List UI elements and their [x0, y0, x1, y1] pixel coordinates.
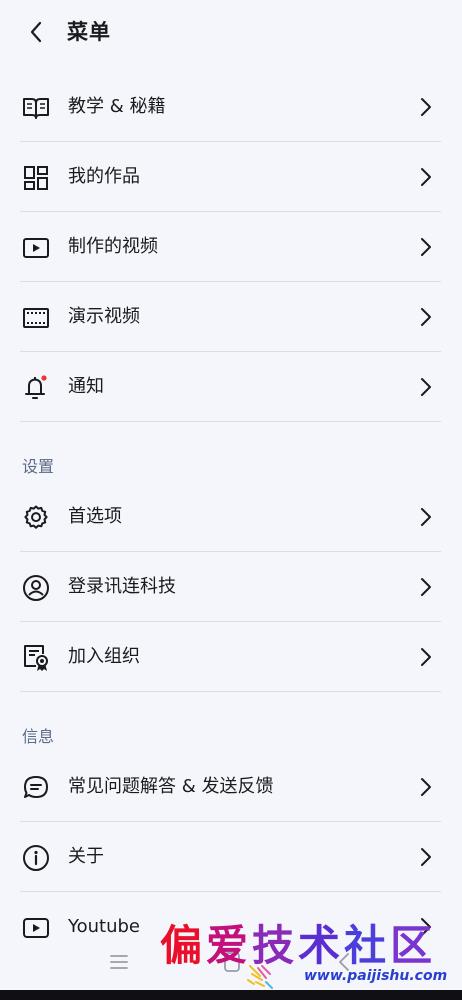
- sparkle-icon: [247, 965, 273, 989]
- menu-lines-icon: [110, 955, 128, 969]
- menu-item-label: 制作的视频: [68, 236, 158, 257]
- app-header: 菜单: [0, 0, 462, 64]
- chevron-right-icon: [418, 96, 434, 118]
- menu-item-notifications[interactable]: 通知: [0, 352, 462, 422]
- chevron-right-icon: [418, 306, 434, 328]
- watermark-url: www.paijishu.com: [304, 968, 448, 984]
- back-button[interactable]: [20, 16, 52, 48]
- menu-item-label: 登录讯连科技: [68, 576, 176, 597]
- menu-item-about[interactable]: 关于: [0, 822, 462, 892]
- chevron-right-icon: [418, 506, 434, 528]
- book-icon: [22, 94, 50, 122]
- menu-item-demo-videos[interactable]: 演示视频: [0, 282, 462, 352]
- menu-item-preferences[interactable]: 首选项: [0, 482, 462, 552]
- page-title: 菜单: [67, 20, 111, 44]
- section-info: 信息: [0, 692, 462, 752]
- menu-item-label: 加入组织: [68, 646, 140, 667]
- menu-item-faq-feedback[interactable]: 常见问题解答 & 发送反馈: [0, 752, 462, 822]
- chevron-right-icon: [418, 376, 434, 398]
- section-heading: 设置: [22, 457, 55, 476]
- menu-item-label: 通知: [68, 376, 104, 397]
- gear-icon: [22, 504, 50, 532]
- menu-item-my-works[interactable]: 我的作品: [0, 142, 462, 212]
- menu-item-label: 首选项: [68, 506, 122, 527]
- section-settings: 设置: [0, 422, 462, 482]
- menu-item-label: 演示视频: [68, 306, 140, 327]
- watermark-logo: 偏爱技术社区 www.paijishu.com: [160, 922, 462, 992]
- chevron-right-icon: [418, 846, 434, 868]
- info-icon: [22, 844, 50, 872]
- menu-item-label: 教学 & 秘籍: [68, 96, 166, 117]
- menu-item-label: 关于: [68, 846, 104, 867]
- chat-icon: [22, 774, 50, 802]
- chevron-right-icon: [418, 646, 434, 668]
- video-play-icon: [22, 234, 50, 262]
- chevron-left-icon: [30, 21, 42, 43]
- chevron-right-icon: [418, 576, 434, 598]
- grid-icon: [22, 164, 50, 192]
- recent-apps-button[interactable]: [108, 951, 130, 973]
- notification-dot: [41, 375, 47, 381]
- menu-item-label: 常见问题解答 & 发送反馈: [68, 776, 274, 797]
- menu-item-tutorials[interactable]: 教学 & 秘籍: [0, 72, 462, 142]
- section-heading: 信息: [22, 727, 55, 746]
- film-icon: [22, 304, 50, 332]
- menu-item-sign-in[interactable]: 登录讯连科技: [0, 552, 462, 622]
- user-circle-icon: [22, 574, 50, 602]
- menu-item-label: 我的作品: [68, 166, 140, 187]
- certificate-icon: [22, 644, 50, 672]
- chevron-right-icon: [418, 236, 434, 258]
- chevron-right-icon: [418, 166, 434, 188]
- chevron-right-icon: [418, 776, 434, 798]
- menu-list: 教学 & 秘籍 我的作品 制作的视频 演示视频 通知 设置 首选项 登录讯连科技…: [0, 72, 462, 962]
- menu-item-produced-videos[interactable]: 制作的视频: [0, 212, 462, 282]
- menu-item-join-organization[interactable]: 加入组织: [0, 622, 462, 692]
- menu-item-label: Youtube: [68, 916, 140, 937]
- watermark-text: 偏爱技术社区: [160, 921, 437, 970]
- bell-icon: [22, 374, 50, 402]
